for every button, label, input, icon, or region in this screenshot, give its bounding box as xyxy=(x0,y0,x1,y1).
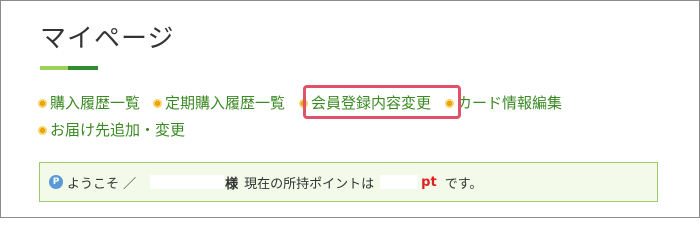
point-value-redacted xyxy=(380,175,419,189)
member-name-redacted xyxy=(150,175,225,189)
point-icon: P xyxy=(49,175,63,189)
nav-link-subscription-history[interactable]: 定期購入履歴一覧 xyxy=(153,93,285,113)
nav-link-delivery-address[interactable]: お届け先追加・変更 xyxy=(38,120,185,140)
mypage-panel: マイページ 購入履歴一覧 定期購入履歴一覧 会員登録内容変更 カード情報編集 お… xyxy=(0,0,700,218)
points-suffix-text: です。 xyxy=(444,176,483,192)
points-info-box: P ようこそ ／ 様 現在の所持ポイントは pt です。 xyxy=(39,162,658,202)
mypage-nav-row-2: お届け先追加・変更 xyxy=(38,119,185,141)
nav-link-label: 定期購入履歴一覧 xyxy=(165,94,286,112)
welcome-text: ようこそ ／ xyxy=(67,176,137,192)
mypage-nav-row-1: 購入履歴一覧 定期購入履歴一覧 会員登録内容変更 カード情報編集 xyxy=(38,92,562,114)
underline-light-segment xyxy=(40,66,68,70)
point-unit: pt xyxy=(421,174,437,190)
page-title: マイページ xyxy=(40,24,175,54)
underline-dark-segment xyxy=(68,66,98,70)
nav-link-edit-card-info[interactable]: カード情報編集 xyxy=(445,93,562,113)
highlight-annotation-box xyxy=(303,85,461,119)
title-underline xyxy=(40,66,98,70)
nav-link-purchase-history[interactable]: 購入履歴一覧 xyxy=(38,93,140,113)
bullet-icon xyxy=(38,125,47,135)
honorific-text: 様 xyxy=(225,176,239,192)
bullet-icon xyxy=(153,98,163,108)
current-points-label: 現在の所持ポイントは xyxy=(244,176,375,192)
nav-link-label: カード情報編集 xyxy=(457,94,563,112)
nav-link-label: お届け先追加・変更 xyxy=(50,121,186,139)
bullet-icon xyxy=(38,98,47,108)
nav-link-label: 購入履歴一覧 xyxy=(50,94,141,112)
